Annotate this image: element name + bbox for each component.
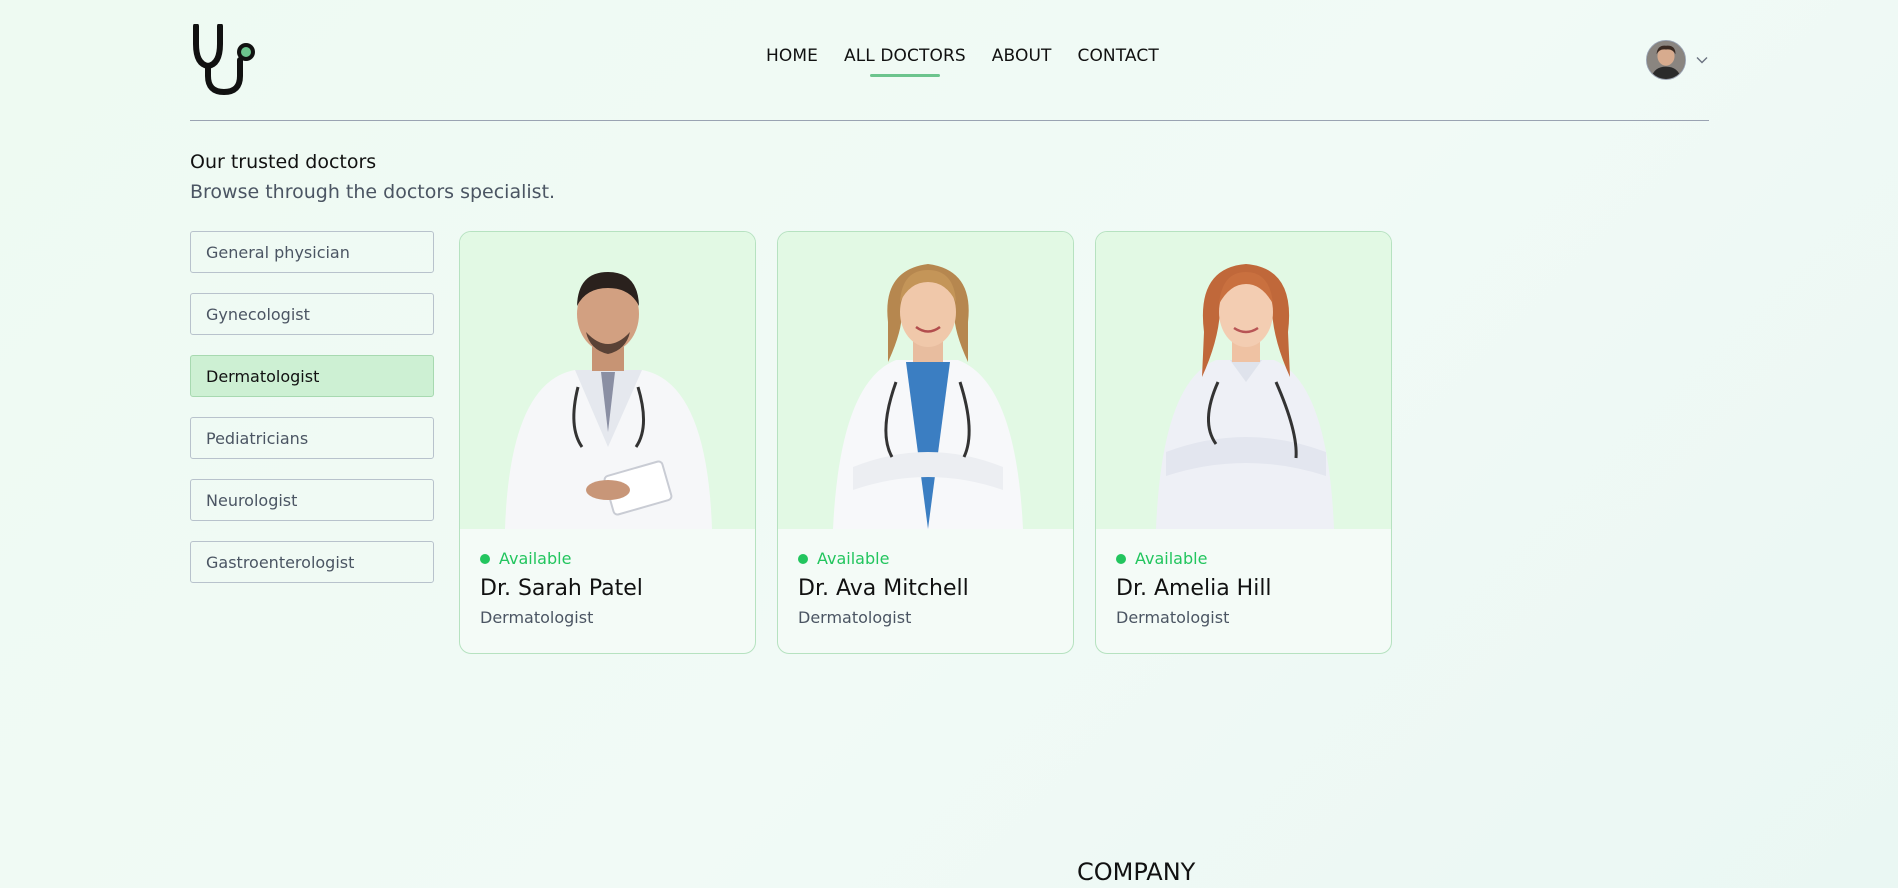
nav-about[interactable]: ABOUT	[992, 46, 1052, 66]
status-dot-icon	[798, 553, 808, 564]
main-nav: HOME ALL DOCTORS ABOUT CONTACT	[766, 46, 1159, 66]
availability-status: Available	[1116, 549, 1371, 568]
doctor-photo	[778, 232, 1073, 529]
footer-company-heading: COMPANY	[1077, 858, 1196, 886]
profile-menu[interactable]	[1646, 40, 1709, 80]
card-body: Available Dr. Amelia Hill Dermatologist	[1096, 529, 1391, 627]
header: HOME ALL DOCTORS ABOUT CONTACT	[190, 0, 1709, 121]
nav-contact[interactable]: CONTACT	[1077, 46, 1158, 66]
doctor-name: Dr. Amelia Hill	[1116, 576, 1272, 601]
doctor-photo	[460, 232, 755, 529]
nav-home[interactable]: HOME	[766, 46, 818, 66]
doctor-speciality: Dermatologist	[480, 608, 594, 627]
doctor-card[interactable]: Available Dr. Amelia Hill Dermatologist	[1095, 231, 1392, 654]
availability-status: Available	[798, 549, 1053, 568]
availability-status: Available	[480, 549, 735, 568]
filter-gynecologist[interactable]: Gynecologist	[190, 293, 434, 335]
avatar[interactable]	[1646, 40, 1686, 80]
doctor-speciality: Dermatologist	[1116, 608, 1230, 627]
speciality-filters: General physician Gynecologist Dermatolo…	[190, 231, 434, 603]
filter-dermatologist[interactable]: Dermatologist	[190, 355, 434, 397]
stethoscope-icon[interactable]	[190, 24, 264, 96]
doctor-card[interactable]: Available Dr. Ava Mitchell Dermatologist	[777, 231, 1074, 654]
filter-pediatricians[interactable]: Pediatricians	[190, 417, 434, 459]
status-label: Available	[817, 549, 890, 568]
filter-neurologist[interactable]: Neurologist	[190, 479, 434, 521]
doctor-speciality: Dermatologist	[798, 608, 912, 627]
page-subtitle: Browse through the doctors specialist.	[190, 181, 556, 203]
chevron-down-icon[interactable]	[1695, 53, 1709, 67]
status-dot-icon	[1116, 553, 1126, 564]
page: HOME ALL DOCTORS ABOUT CONTACT Our trust…	[190, 0, 1709, 654]
page-title: Our trusted doctors	[190, 151, 377, 173]
filter-general-physician[interactable]: General physician	[190, 231, 434, 273]
status-label: Available	[1135, 549, 1208, 568]
card-body: Available Dr. Sarah Patel Dermatologist	[460, 529, 755, 627]
doctor-card[interactable]: Available Dr. Sarah Patel Dermatologist	[459, 231, 756, 654]
status-dot-icon	[480, 553, 490, 564]
doctor-photo	[1096, 232, 1391, 529]
filter-gastroenterologist[interactable]: Gastroenterologist	[190, 541, 434, 583]
doctor-name: Dr. Ava Mitchell	[798, 576, 969, 601]
doctor-name: Dr. Sarah Patel	[480, 576, 643, 601]
doctor-cards: Available Dr. Sarah Patel Dermatologist	[459, 231, 1392, 654]
card-body: Available Dr. Ava Mitchell Dermatologist	[778, 529, 1073, 627]
status-label: Available	[499, 549, 572, 568]
nav-all-doctors[interactable]: ALL DOCTORS	[844, 46, 966, 66]
